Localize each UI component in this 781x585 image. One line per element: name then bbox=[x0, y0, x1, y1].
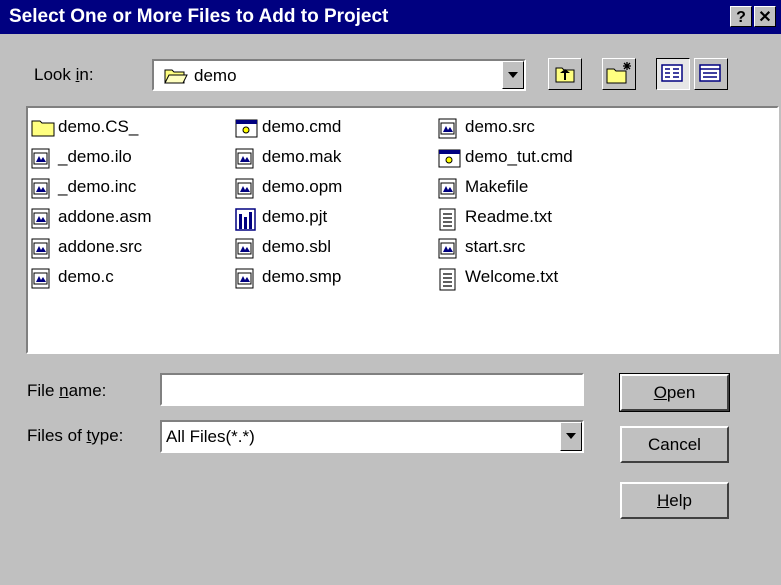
list-view-icon bbox=[661, 64, 683, 82]
generic-file-icon bbox=[235, 238, 255, 265]
open-button[interactable]: Open bbox=[619, 373, 730, 412]
generic-file-icon bbox=[31, 148, 51, 175]
files-of-type-label: Files of type: bbox=[27, 426, 124, 445]
cmd-file-icon bbox=[235, 118, 259, 145]
open-folder-icon bbox=[164, 67, 188, 90]
project-file-icon bbox=[235, 208, 257, 237]
help-button[interactable]: Help bbox=[620, 482, 729, 519]
files-of-type-combo[interactable]: All Files(*.*) bbox=[160, 420, 584, 453]
file-name: _demo.inc bbox=[58, 177, 137, 196]
up-one-level-button[interactable] bbox=[548, 58, 582, 90]
generic-file-icon bbox=[235, 178, 255, 205]
generic-file-icon bbox=[31, 178, 51, 205]
generic-file-icon bbox=[235, 268, 255, 295]
cancel-button[interactable]: Cancel bbox=[620, 426, 729, 463]
generic-file-icon bbox=[438, 238, 458, 265]
file-name: Welcome.txt bbox=[465, 267, 559, 286]
file-name: demo.opm bbox=[262, 177, 343, 196]
text-file-icon bbox=[438, 268, 458, 297]
folder-icon bbox=[31, 118, 55, 143]
file-name: demo.mak bbox=[262, 147, 342, 166]
look-in-value: demo bbox=[194, 66, 237, 85]
file-name: demo.src bbox=[465, 117, 535, 136]
file-name: _demo.ilo bbox=[58, 147, 132, 166]
file-name: demo.sbl bbox=[262, 237, 331, 256]
close-button[interactable]: ✕ bbox=[754, 6, 776, 27]
generic-file-icon bbox=[438, 118, 458, 145]
generic-file-icon bbox=[438, 178, 458, 205]
file-name-label: File name: bbox=[27, 381, 107, 400]
details-view-button[interactable] bbox=[694, 58, 728, 90]
generic-file-icon bbox=[31, 268, 51, 295]
list-view-button[interactable] bbox=[656, 58, 690, 90]
file-name: demo.CS_ bbox=[58, 117, 139, 136]
look-in-combo[interactable]: demo bbox=[152, 59, 526, 91]
file-list[interactable]: demo.CS_ _demo.ilo _demo.inc addone.asm addo… bbox=[26, 106, 779, 354]
file-name: demo.smp bbox=[262, 267, 342, 286]
look-in-dropdown-button[interactable] bbox=[502, 61, 524, 89]
new-folder-icon bbox=[606, 62, 631, 84]
create-new-folder-button[interactable] bbox=[602, 58, 636, 90]
generic-file-icon bbox=[31, 208, 51, 235]
file-name: Makefile bbox=[465, 177, 529, 196]
generic-file-icon bbox=[31, 238, 51, 265]
file-name: addone.asm bbox=[58, 207, 152, 226]
file-name: demo.pjt bbox=[262, 207, 328, 226]
help-title-button[interactable]: ? bbox=[730, 6, 752, 27]
look-in-label: Look in: bbox=[34, 65, 94, 84]
generic-file-icon bbox=[235, 148, 255, 175]
file-name: demo.c bbox=[58, 267, 114, 286]
details-view-icon bbox=[699, 64, 721, 82]
file-name: addone.src bbox=[58, 237, 143, 256]
files-of-type-value: All Files(*.*) bbox=[166, 427, 255, 446]
file-name: Readme.txt bbox=[465, 207, 552, 226]
up-folder-icon bbox=[555, 67, 575, 83]
title-bar: Select One or More Files to Add to Proje… bbox=[0, 0, 781, 34]
dialog-title: Select One or More Files to Add to Proje… bbox=[9, 6, 389, 27]
text-file-icon bbox=[438, 208, 458, 237]
file-name: demo.cmd bbox=[262, 117, 342, 136]
file-name-input[interactable] bbox=[160, 373, 584, 406]
file-name: start.src bbox=[465, 237, 526, 256]
file-name: demo_tut.cmd bbox=[465, 147, 573, 166]
files-of-type-dropdown-button[interactable] bbox=[560, 422, 582, 451]
cmd-file-icon bbox=[438, 148, 462, 175]
